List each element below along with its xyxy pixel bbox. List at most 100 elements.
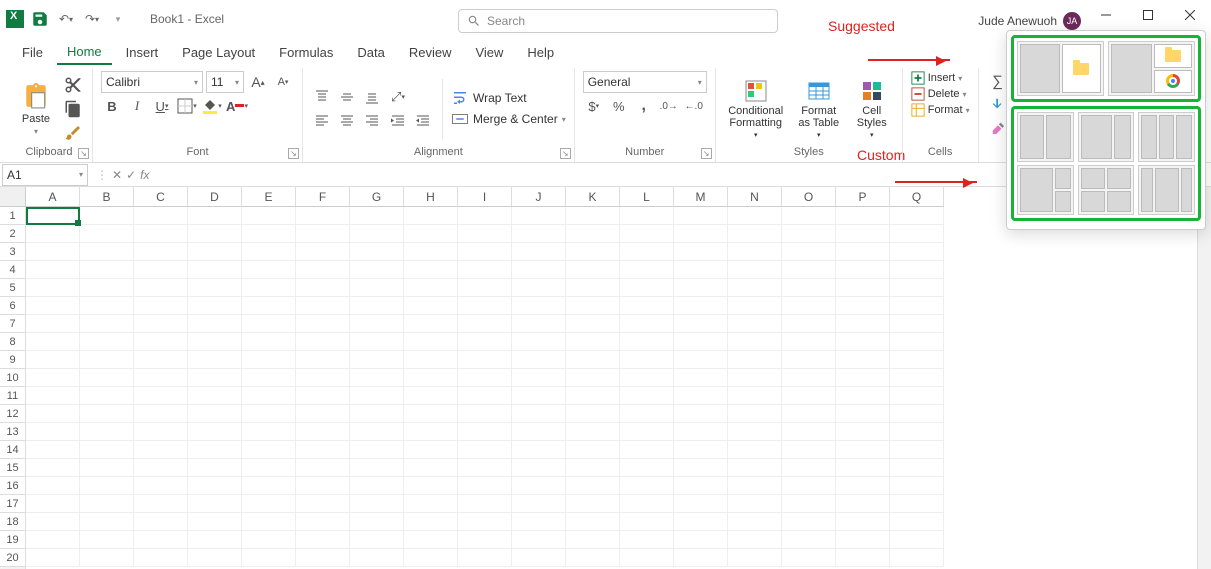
cell[interactable] [728,207,782,225]
cell[interactable] [620,513,674,531]
cell[interactable] [242,261,296,279]
cell[interactable] [26,495,80,513]
cell[interactable] [836,405,890,423]
cell[interactable] [620,495,674,513]
cell[interactable] [188,531,242,549]
tab-review[interactable]: Review [399,41,462,64]
cell[interactable] [134,225,188,243]
cell[interactable] [350,297,404,315]
cell[interactable] [350,351,404,369]
cell[interactable] [782,513,836,531]
cell[interactable] [458,387,512,405]
align-left-button[interactable] [311,110,333,130]
cell[interactable] [296,279,350,297]
increase-indent-button[interactable] [412,110,434,130]
cell[interactable] [404,531,458,549]
cell[interactable] [404,423,458,441]
cell[interactable] [566,495,620,513]
cell[interactable] [890,387,944,405]
cell[interactable] [80,495,134,513]
cell[interactable] [80,225,134,243]
tab-page-layout[interactable]: Page Layout [172,41,265,64]
cell[interactable] [80,405,134,423]
row-header[interactable]: 10 [0,369,25,387]
cell[interactable] [404,243,458,261]
cell[interactable] [350,261,404,279]
cell[interactable] [512,369,566,387]
cell[interactable] [728,261,782,279]
cell[interactable] [134,423,188,441]
cell[interactable] [296,549,350,567]
cell[interactable] [620,405,674,423]
cell[interactable] [566,405,620,423]
cell[interactable] [242,297,296,315]
cell[interactable] [890,279,944,297]
cell[interactable] [404,549,458,567]
comma-format-button[interactable]: , [633,96,655,116]
cell[interactable] [80,297,134,315]
cell[interactable] [782,261,836,279]
cell[interactable] [728,315,782,333]
row-header[interactable]: 9 [0,351,25,369]
cell[interactable] [134,351,188,369]
cell[interactable] [620,279,674,297]
cell[interactable] [458,297,512,315]
cell[interactable] [296,225,350,243]
cell[interactable] [242,279,296,297]
row-header[interactable]: 3 [0,243,25,261]
cell[interactable] [566,333,620,351]
cell[interactable] [890,225,944,243]
row-header[interactable]: 5 [0,279,25,297]
cell[interactable] [728,351,782,369]
cell[interactable] [350,279,404,297]
cell[interactable] [728,495,782,513]
cell[interactable] [512,459,566,477]
font-size-combo[interactable]: 11▾ [206,71,244,93]
tab-view[interactable]: View [465,41,513,64]
cell[interactable] [296,459,350,477]
cell[interactable] [26,351,80,369]
cell[interactable] [512,387,566,405]
cell[interactable] [836,531,890,549]
italic-button[interactable]: I [126,96,148,116]
cell[interactable] [350,369,404,387]
cell[interactable] [404,459,458,477]
cell[interactable] [782,459,836,477]
cell[interactable] [134,297,188,315]
cell[interactable] [404,405,458,423]
cell[interactable] [458,423,512,441]
cell[interactable] [296,243,350,261]
cell[interactable] [26,243,80,261]
cell[interactable] [566,531,620,549]
cell[interactable] [134,369,188,387]
row-header[interactable]: 6 [0,297,25,315]
column-header[interactable]: F [296,187,350,207]
snap-layout-thirds[interactable] [1138,112,1195,162]
cell[interactable] [134,477,188,495]
row-header[interactable]: 15 [0,459,25,477]
cell[interactable] [512,315,566,333]
cell[interactable] [80,243,134,261]
cell[interactable] [404,279,458,297]
cell[interactable] [242,549,296,567]
accounting-format-button[interactable]: $▾ [583,96,605,116]
cell[interactable] [188,549,242,567]
cell[interactable] [890,549,944,567]
cell[interactable] [296,351,350,369]
cell[interactable] [890,351,944,369]
cell[interactable] [296,495,350,513]
tab-formulas[interactable]: Formulas [269,41,343,64]
cell[interactable] [350,333,404,351]
cell[interactable] [134,387,188,405]
cell[interactable] [458,333,512,351]
undo-button[interactable]: ↶▾ [56,9,76,29]
column-header[interactable]: H [404,187,458,207]
cell[interactable] [242,225,296,243]
cell[interactable] [80,549,134,567]
cell[interactable] [26,261,80,279]
column-header[interactable]: B [80,187,134,207]
cell[interactable] [296,531,350,549]
cell[interactable] [296,513,350,531]
cell[interactable] [890,243,944,261]
cell[interactable] [512,207,566,225]
